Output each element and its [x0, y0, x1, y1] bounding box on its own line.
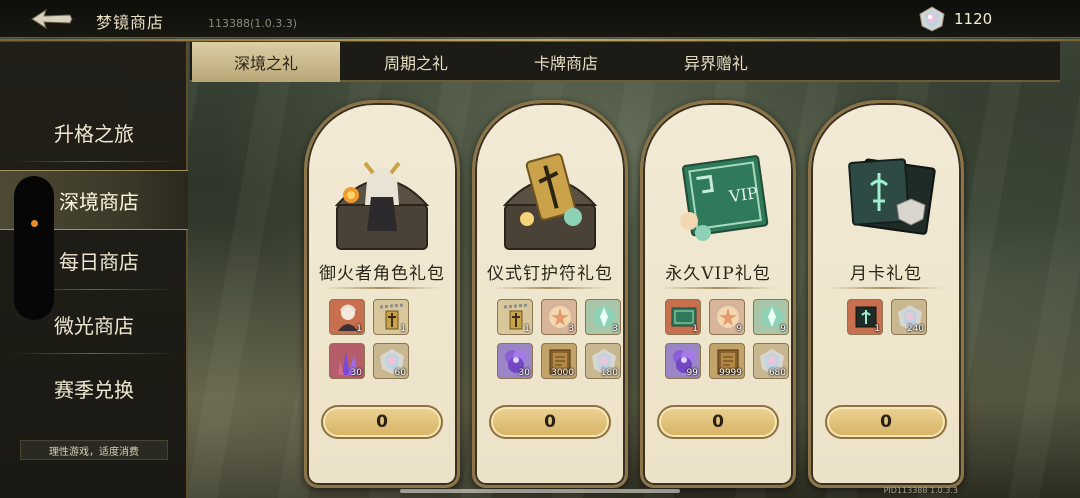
sidebar-item-label: 升格之旅: [54, 121, 134, 146]
reward-item[interactable]: 99: [665, 343, 701, 379]
divider: [10, 161, 178, 162]
back-button[interactable]: [30, 8, 74, 30]
reward-qty: 30: [518, 368, 530, 378]
reward-qty: 3: [612, 324, 618, 334]
reward-item[interactable]: 30: [329, 343, 365, 379]
reward-item[interactable]: 60: [373, 343, 409, 379]
reward-qty: 1: [874, 324, 880, 334]
character-chest-icon: [334, 161, 430, 250]
reward-grid: 1 1 30 60: [329, 299, 439, 379]
reward-item[interactable]: 9: [753, 299, 789, 335]
version-label: 113388(1.0.3.3): [208, 17, 298, 30]
sidebar-item-ascension[interactable]: 升格之旅: [0, 102, 188, 162]
reward-qty: 1: [356, 324, 362, 334]
reward-qty: 1: [524, 324, 530, 334]
reward-item[interactable]: 680: [753, 343, 789, 379]
reward-qty: 1: [400, 324, 406, 334]
sidebar-item-label: 赛季兑换: [54, 377, 134, 402]
reward-qty: 30: [350, 368, 362, 378]
reward-grid: 1 9 9 99 9999 680: [665, 299, 789, 379]
reward-qty: 680: [768, 368, 786, 378]
currency-display[interactable]: 1120: [918, 6, 992, 32]
buy-button[interactable]: 0: [825, 405, 947, 439]
reward-qty: 99: [686, 368, 698, 378]
reward-item[interactable]: 3: [585, 299, 621, 335]
home-indicator[interactable]: [400, 489, 680, 493]
reward-item[interactable]: 9999: [709, 343, 745, 379]
divider: [325, 287, 439, 289]
gift-pack-card[interactable]: VIP 永久VIP礼包 1 9 9 99 9999 680 0: [640, 100, 796, 488]
currency-amount: 1120: [954, 10, 993, 28]
reward-qty: 9999: [719, 368, 742, 378]
buy-button[interactable]: 0: [321, 405, 443, 439]
reward-item[interactable]: 3000: [541, 343, 577, 379]
tab-card-shop[interactable]: 卡牌商店: [492, 42, 640, 82]
reward-item[interactable]: 1: [497, 299, 533, 335]
back-arrow-icon: [31, 8, 73, 30]
sidebar-item-label: 微光商店: [54, 313, 134, 338]
reward-qty: 60: [394, 368, 406, 378]
divider: [10, 353, 178, 354]
reward-qty: 240: [906, 324, 924, 334]
sidebar-item-label: 每日商店: [59, 249, 139, 274]
divider: [829, 287, 943, 289]
vip-card-art-icon: VIP: [680, 155, 769, 241]
divider: [493, 287, 607, 289]
reward-qty: 1: [692, 324, 698, 334]
header-divider: [0, 39, 1080, 41]
reward-item[interactable]: 1: [373, 299, 409, 335]
reward-item[interactable]: 1: [665, 299, 701, 335]
tab-deep-gifts[interactable]: 深境之礼: [192, 42, 340, 82]
reward-item[interactable]: 180: [585, 343, 621, 379]
tab-bar: 深境之礼 周期之礼 卡牌商店 异界赠礼: [190, 42, 1060, 82]
reward-item[interactable]: 3: [541, 299, 577, 335]
reward-item[interactable]: 9: [709, 299, 745, 335]
reward-qty: 9: [736, 324, 742, 334]
reward-qty: 180: [600, 368, 618, 378]
sidebar-item-season-exchange[interactable]: 赛季兑换: [0, 358, 188, 418]
reward-grid: 1 3 3 30 3000 180: [497, 299, 621, 379]
amulet-chest-icon: [502, 153, 598, 250]
gift-pack-card[interactable]: 仪式钉护符礼包 1 3 3 30 3000 180 0: [472, 100, 628, 488]
reward-qty: 3: [568, 324, 574, 334]
gift-pack-card[interactable]: 御火者角色礼包 1 1 30 60 0: [304, 100, 460, 488]
buy-button[interactable]: 0: [657, 405, 779, 439]
pid-label: PID113388 1.0.3.3: [883, 486, 958, 495]
monthly-card-art-icon: [848, 158, 936, 235]
notification-dot-icon: [31, 220, 38, 227]
tab-otherworld-gifts[interactable]: 异界赠礼: [642, 42, 790, 82]
page-title: 梦镜商店: [96, 13, 165, 32]
reward-qty: 9: [780, 324, 786, 334]
rainbow-gem-icon: [919, 6, 945, 32]
pack-name: 永久VIP礼包: [665, 264, 771, 284]
buy-button[interactable]: 0: [489, 405, 611, 439]
gift-pack-card[interactable]: 月卡礼包 1 240 0: [808, 100, 964, 488]
pack-name: 御火者角色礼包: [319, 264, 445, 284]
pack-name: 仪式钉护符礼包: [487, 264, 613, 284]
reward-grid: 1 240: [847, 299, 957, 335]
reward-item[interactable]: 1: [847, 299, 883, 335]
reward-item[interactable]: 240: [891, 299, 927, 335]
floating-assist-button[interactable]: [14, 176, 54, 320]
reward-item[interactable]: 30: [497, 343, 533, 379]
pack-name: 月卡礼包: [850, 264, 922, 284]
healthy-gaming-notice: 理性游戏，适度消费: [20, 440, 168, 460]
reward-qty: 3000: [551, 368, 574, 378]
top-bar: 梦镜商店 113388(1.0.3.3) 1120: [0, 0, 1080, 41]
reward-item[interactable]: 1: [329, 299, 365, 335]
sidebar-item-label: 深境商店: [59, 189, 139, 214]
tab-periodic-gifts[interactable]: 周期之礼: [342, 42, 490, 82]
divider: [661, 287, 775, 289]
